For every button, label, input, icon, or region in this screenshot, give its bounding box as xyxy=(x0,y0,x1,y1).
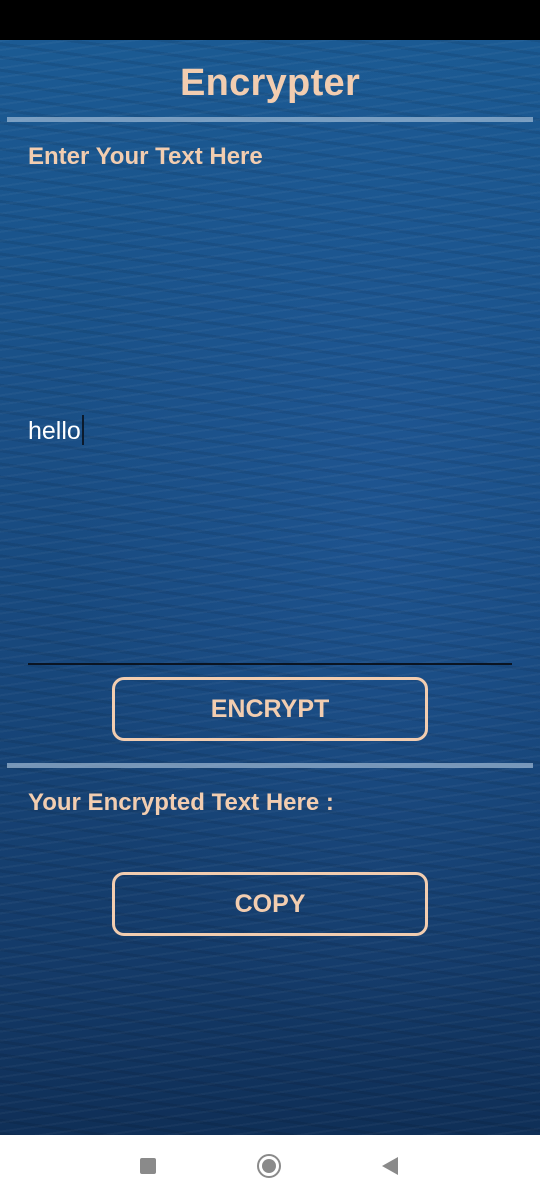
header-divider xyxy=(7,117,533,122)
navigation-bar xyxy=(0,1135,540,1200)
status-bar xyxy=(0,0,540,40)
text-cursor xyxy=(81,415,84,446)
input-label: Enter Your Text Here xyxy=(28,143,263,170)
app-screen: Encrypter Enter Your Text Here hello ENC… xyxy=(0,40,540,1135)
text-input-value: hello xyxy=(28,417,81,445)
app-title: Encrypter xyxy=(179,62,361,104)
output-label: Your Encrypted Text Here : xyxy=(28,789,334,816)
recent-apps-icon[interactable] xyxy=(140,1158,156,1174)
encrypt-button[interactable]: ENCRYPT xyxy=(112,677,428,741)
home-icon[interactable] xyxy=(257,1154,281,1178)
encrypted-text-output xyxy=(28,830,508,860)
text-input-field[interactable]: hello xyxy=(28,413,508,449)
back-icon[interactable] xyxy=(382,1157,398,1175)
section-divider xyxy=(7,763,533,768)
input-underline xyxy=(28,663,512,665)
copy-button[interactable]: COPY xyxy=(112,872,428,936)
